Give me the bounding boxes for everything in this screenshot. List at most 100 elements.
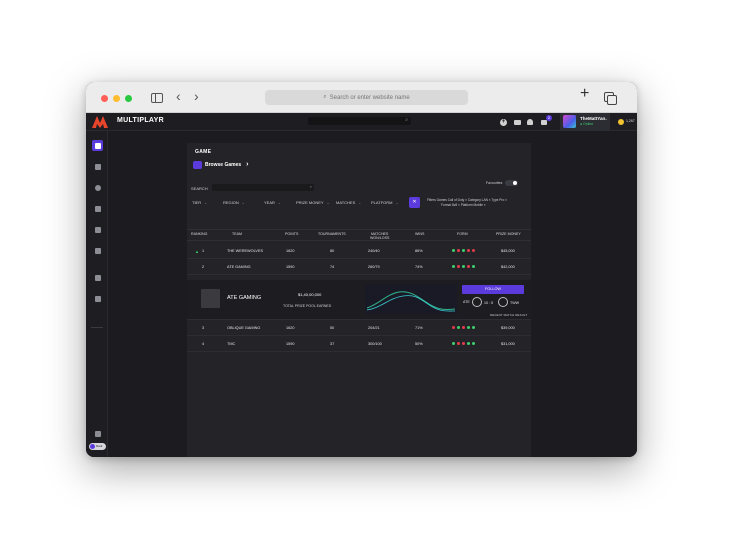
clear-filters-button[interactable]: ✕ <box>409 197 420 208</box>
cell-prize: $31,000 <box>501 342 515 346</box>
form-dot-loss <box>457 249 460 252</box>
maximize-window-button[interactable] <box>125 95 132 102</box>
app-topbar: MULTIPLAYR ⌕ + 2 TheMattYan ● Online ⌄ 1… <box>86 113 637 131</box>
team-b-logo <box>498 297 508 307</box>
logo-text: MULTIPLAYR <box>117 117 164 124</box>
top-search-input[interactable]: ⌕ <box>308 117 411 125</box>
table-row[interactable]: 4 TMC 1590 37 300/100 50% $31,000 <box>187 337 531 352</box>
cell-prize: $45,000 <box>501 249 515 253</box>
form-dot-win <box>472 326 475 329</box>
filter-tier[interactable]: TIER ⌄ <box>192 200 207 205</box>
mail-icon[interactable] <box>514 120 521 125</box>
form-dot-loss <box>462 326 465 329</box>
cell-tournaments: 80 <box>330 249 335 253</box>
header-ranking: RANKING <box>191 232 208 236</box>
nav-games[interactable] <box>92 224 103 235</box>
filter-year-label: YEAR <box>264 200 275 205</box>
form-dot-loss <box>457 342 460 345</box>
recent-match-link[interactable]: RECENT MATCH RESULT <box>490 313 527 317</box>
rankings-panel: GAME Browse Games › SEARCH ⌕ Favourites … <box>187 143 531 457</box>
clipboard-icon <box>94 295 101 302</box>
performance-sparkline <box>365 284 457 314</box>
nav-divider <box>91 327 103 328</box>
form-dot-loss <box>462 342 465 345</box>
cell-team: THE WEREWOLVES <box>227 249 264 253</box>
nav-clipboard[interactable] <box>92 293 103 304</box>
header-points: POINTS <box>285 232 299 236</box>
form-dot-win <box>452 265 455 268</box>
minimize-window-button[interactable] <box>113 95 120 102</box>
broadcast-icon <box>94 163 101 170</box>
avatar <box>563 115 576 128</box>
chip-platform[interactable]: Platform Mobile × <box>461 203 486 207</box>
app: MULTIPLAYR ⌕ + 2 TheMattYan ● Online ⌄ 1… <box>86 113 637 457</box>
favourites-toggle[interactable] <box>505 180 518 186</box>
chevron-down-icon: ⌄ <box>395 201 399 205</box>
nav-live[interactable] <box>92 161 103 172</box>
team-search-input[interactable]: ⌕ <box>212 184 314 191</box>
new-tab-button[interactable]: + <box>580 86 589 102</box>
multiplayr-logo-icon <box>92 116 108 128</box>
chevron-down-icon: ⌄ <box>277 201 281 205</box>
nav-explore[interactable] <box>92 182 103 193</box>
chip-category[interactable]: Category LAN × <box>468 198 491 202</box>
table-row[interactable]: 3 OBLIQUE GAMING 1620 50 204/21 71% $39,… <box>187 321 531 336</box>
form-dot-win <box>472 265 475 268</box>
table-row[interactable]: ▲ 1 THE WEREWOLVES 1620 80 240/40 86% $4… <box>187 244 531 259</box>
cell-matches: 260/79 <box>368 265 380 269</box>
browse-games-button[interactable]: Browse Games › <box>193 159 248 170</box>
active-filter-chips: Filters Games Call of Duty × Category LA… <box>427 198 527 208</box>
nav-teams[interactable] <box>92 272 103 283</box>
back-arrow-icon[interactable]: ‹ <box>176 89 181 103</box>
form-dot-win <box>462 265 465 268</box>
home-icon <box>94 142 101 149</box>
nav-home[interactable] <box>92 140 103 151</box>
cell-tournaments: 74 <box>330 265 335 269</box>
sidebar-toggle-icon[interactable] <box>151 93 163 103</box>
filter-tier-label: TIER <box>192 200 202 205</box>
cell-points: 1620 <box>286 249 295 253</box>
cell-points: 1590 <box>286 342 295 346</box>
cell-wins: 86% <box>415 249 423 253</box>
filter-year[interactable]: YEAR ⌄ <box>264 200 281 205</box>
filter-matches-label: MATCHES <box>336 200 356 205</box>
form-dot-loss <box>457 265 460 268</box>
table-row[interactable]: 2 ATE GAMING 1590 74 260/79 74% $42,000 <box>187 260 531 275</box>
chevron-down-icon: ⌄ <box>326 201 330 205</box>
chip-type[interactable]: Type Pro × <box>491 198 507 202</box>
theme-toggle[interactable]: Dark <box>89 443 106 450</box>
cell-prize: $39,000 <box>501 326 515 330</box>
chip-games[interactable]: Games Call of Duty × <box>437 198 467 202</box>
follow-button[interactable]: FOLLOW <box>462 285 524 294</box>
filter-region[interactable]: REGION ⌄ <box>223 200 245 205</box>
close-window-button[interactable] <box>101 95 108 102</box>
forward-arrow-icon[interactable]: › <box>194 89 199 103</box>
filter-prize-money-label: PRIZE MONEY <box>296 200 324 205</box>
nav-calendar[interactable] <box>92 245 103 256</box>
address-bar[interactable]: ⌕ Search or enter website name <box>265 90 468 105</box>
cell-matches: 300/100 <box>368 342 382 346</box>
cell-prize: $42,000 <box>501 265 515 269</box>
form-dot-loss <box>467 249 470 252</box>
form-dot-win <box>452 249 455 252</box>
filter-prize-money[interactable]: PRIZE MONEY ⌄ <box>296 200 330 205</box>
tab-overview-icon[interactable] <box>604 92 617 105</box>
form-dot-win <box>462 249 465 252</box>
section-label: GAME <box>195 149 212 155</box>
nav-trophies[interactable] <box>92 203 103 214</box>
calendar-icon <box>94 247 101 254</box>
chip-format[interactable]: Format 8v8 × <box>441 203 460 207</box>
add-icon[interactable]: + <box>500 119 507 126</box>
filter-platform[interactable]: PLATFORM ⌄ <box>371 200 398 205</box>
cart-icon[interactable] <box>541 120 547 125</box>
cell-rank: 4 <box>202 342 205 346</box>
match-score: 10 : 5 <box>484 301 493 305</box>
profile-menu[interactable]: TheMattYan ● Online ⌄ <box>560 113 610 131</box>
filter-matches[interactable]: MATCHES ⌄ <box>336 200 361 205</box>
header-team: TEAM <box>232 232 242 236</box>
notification-bell-icon[interactable] <box>527 119 533 125</box>
trophy-icon <box>94 205 101 212</box>
nav-apps[interactable] <box>92 428 103 439</box>
form-indicator <box>452 249 475 252</box>
compass-icon <box>94 184 101 191</box>
